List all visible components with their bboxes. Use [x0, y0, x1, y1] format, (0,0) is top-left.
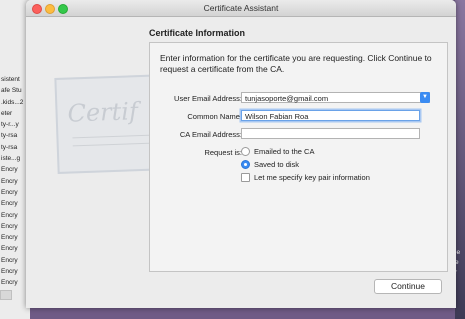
user-email-value: tunjasoporte@gmail.com: [245, 94, 329, 103]
desktop-edge-text: ie: [455, 249, 461, 256]
window-title: Certificate Assistant: [203, 3, 279, 13]
common-name-field[interactable]: Wilson Fabian Roa: [241, 110, 420, 121]
saved-to-disk-label: Saved to disk: [254, 160, 300, 169]
emailed-to-ca-label: Emailed to the CA: [254, 147, 315, 156]
background-scroll-button[interactable]: [0, 290, 12, 300]
close-window-button[interactable]: [32, 4, 42, 14]
zoom-window-button[interactable]: [58, 4, 68, 14]
minimize-window-button[interactable]: [45, 4, 55, 14]
desktop-edge: ie e r: [455, 0, 465, 319]
chevron-down-icon[interactable]: ▼: [420, 92, 430, 103]
certificate-assistant-window: Certificate Assistant Certif Certificate…: [26, 0, 456, 308]
radio-saved-to-disk[interactable]: [241, 159, 250, 169]
certificate-illustration-word: Certif: [67, 97, 139, 128]
user-email-field[interactable]: tunjasoporte@gmail.com ▼: [241, 92, 430, 103]
intro-text: Enter information for the certificate yo…: [160, 53, 432, 74]
key-pair-checkbox[interactable]: [241, 172, 250, 182]
saved-to-disk-option[interactable]: Saved to disk: [241, 159, 300, 170]
user-email-label: User Email Address:: [174, 94, 242, 103]
key-pair-option[interactable]: Let me specify key pair information: [241, 172, 370, 183]
radio-emailed-to-ca[interactable]: [241, 146, 250, 156]
continue-button[interactable]: Continue: [374, 279, 442, 294]
desktop-edge-text: e: [455, 259, 459, 266]
common-name-value: Wilson Fabian Roa: [245, 112, 309, 121]
desktop-edge-text: r: [455, 269, 458, 276]
key-pair-label: Let me specify key pair information: [254, 173, 370, 182]
request-is-label: Request is:: [204, 148, 242, 157]
ca-email-label: CA Email Address:: [179, 130, 242, 139]
section-heading: Certificate Information: [149, 28, 246, 38]
emailed-to-ca-option[interactable]: Emailed to the CA: [241, 146, 315, 157]
certificate-form-panel: Enter information for the certificate yo…: [149, 42, 448, 272]
common-name-label: Common Name:: [187, 112, 242, 121]
ca-email-field[interactable]: [241, 128, 420, 139]
title-bar[interactable]: Certificate Assistant: [26, 0, 456, 17]
